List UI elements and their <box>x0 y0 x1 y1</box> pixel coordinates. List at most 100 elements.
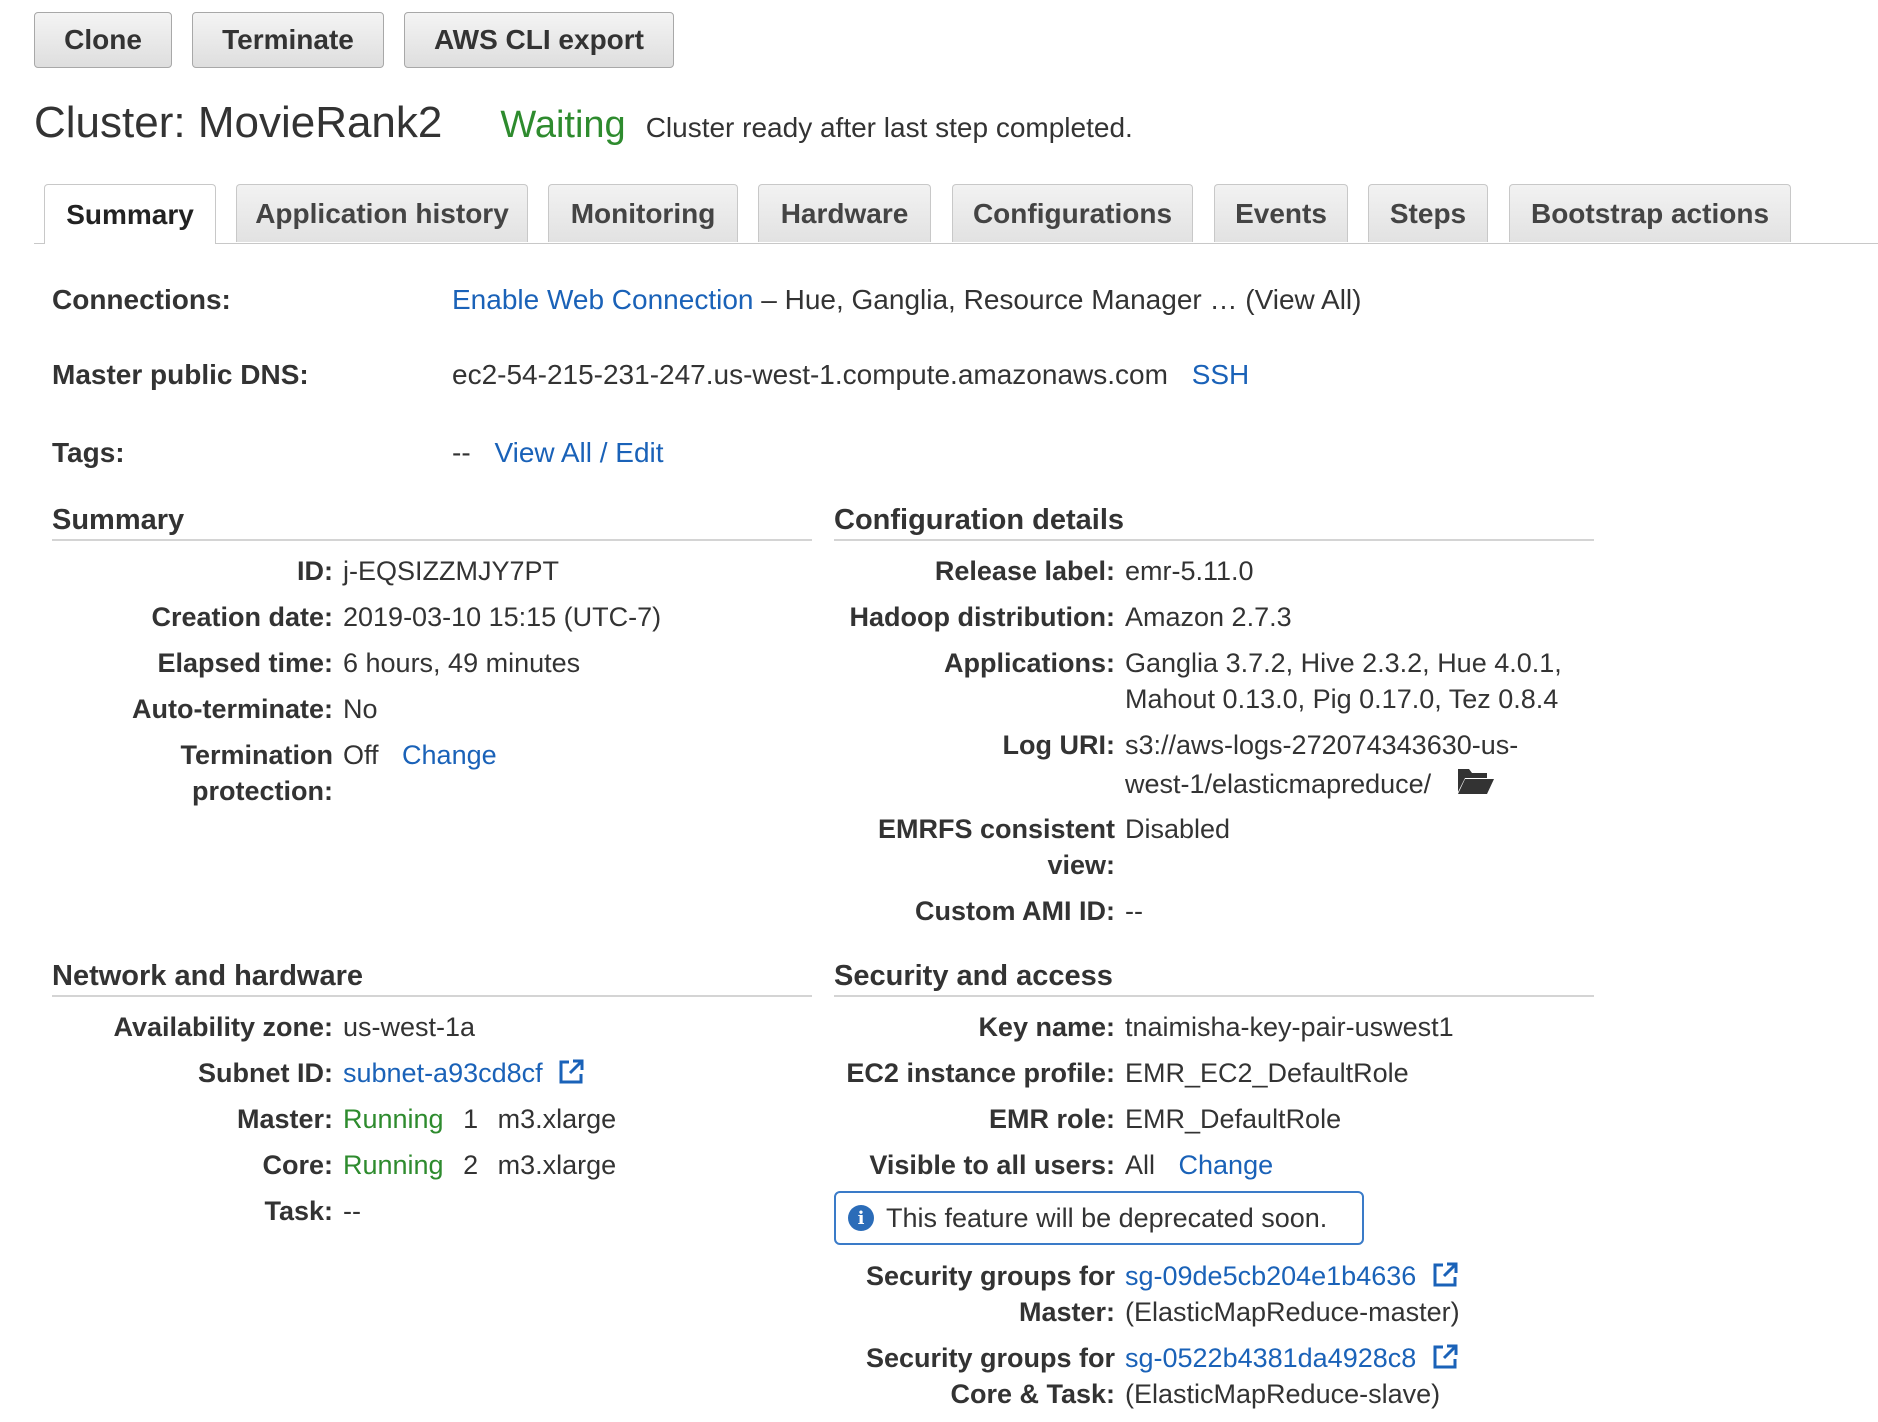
core-wrap: Running 2 m3.xlarge <box>343 1147 616 1183</box>
auto-terminate-value: No <box>343 694 378 724</box>
cluster-header: Cluster: MovieRank2 Waiting Cluster read… <box>34 98 1133 148</box>
core-count: 2 <box>463 1150 479 1180</box>
termination-protection-label-1: Termination <box>180 740 333 770</box>
configuration-section: Configuration details <box>834 504 1594 541</box>
applications-line-2: Mahout 0.13.0, Pig 0.17.0, Tez 0.8.4 <box>1125 684 1559 714</box>
emrfs-label-1: EMRFS consistent <box>877 814 1115 844</box>
key-name-value: tnaimisha-key-pair-uswest1 <box>1125 1012 1454 1042</box>
tab-configurations[interactable]: Configurations <box>952 184 1193 242</box>
deprecation-notice: i This feature will be deprecated soon. <box>834 1191 1364 1245</box>
termination-protection-value: Off <box>343 740 379 770</box>
master-label: Master: <box>236 1104 333 1134</box>
creation-date: 2019-03-10 15:15 (UTC-7) <box>343 602 662 632</box>
master-instance-type: m3.xlarge <box>497 1104 617 1134</box>
toolbar: Clone Terminate AWS CLI export <box>34 12 674 68</box>
page-title: Cluster: MovieRank2 <box>34 98 443 147</box>
emrfs-value: Disabled <box>1125 814 1231 844</box>
emrfs-label-2: view: <box>1047 850 1115 880</box>
connections-value: Enable Web Connection – Hue, Ganglia, Re… <box>452 284 1361 316</box>
cluster-status-message: Cluster ready after last step completed. <box>645 112 1133 143</box>
termination-protection-change-link[interactable]: Change <box>402 740 497 770</box>
sg-master-link[interactable]: sg-09de5cb204e1b4636 <box>1125 1261 1416 1291</box>
aws-cli-export-button[interactable]: AWS CLI export <box>404 12 674 68</box>
release-label-label: Release label: <box>934 556 1115 586</box>
sg-master-label-1: Security groups for <box>865 1261 1115 1291</box>
tab-summary[interactable]: Summary <box>44 184 216 244</box>
elapsed-time-label: Elapsed time: <box>157 648 333 678</box>
release-label-value: emr-5.11.0 <box>1125 556 1254 586</box>
availability-zone-label: Availability zone: <box>113 1012 333 1042</box>
master-count: 1 <box>463 1104 479 1134</box>
applications-line-1: Ganglia 3.7.2, Hive 2.3.2, Hue 4.0.1, <box>1125 648 1562 678</box>
connections-apps: – Hue, Ganglia, Resource Manager … (View… <box>753 284 1362 315</box>
core-instance-type: m3.xlarge <box>497 1150 617 1180</box>
external-link-icon[interactable] <box>1432 1261 1458 1287</box>
sg-core-name: (ElasticMapReduce-slave) <box>1125 1379 1441 1409</box>
termination-protection-value-wrap: Off Change <box>343 737 497 773</box>
sg-core-link[interactable]: sg-0522b4381da4928c8 <box>1125 1343 1416 1373</box>
creation-date-label: Creation date: <box>151 602 333 632</box>
task-label: Task: <box>264 1196 333 1226</box>
visible-to-all-users-value: All <box>1125 1150 1156 1180</box>
external-link-icon[interactable] <box>1432 1343 1458 1369</box>
log-uri-line-2-wrap: west-1/elasticmapreduce/ <box>1125 765 1495 802</box>
sg-master-name: (ElasticMapReduce-master) <box>1125 1297 1460 1327</box>
visible-to-all-users-wrap: All Change <box>1125 1147 1273 1183</box>
emr-role-value: EMR_DefaultRole <box>1125 1104 1342 1134</box>
ec2-instance-profile-value: EMR_EC2_DefaultRole <box>1125 1058 1409 1088</box>
tab-events[interactable]: Events <box>1214 184 1348 242</box>
network-section: Network and hardware <box>52 960 812 997</box>
tab-hardware[interactable]: Hardware <box>758 184 931 242</box>
master-dns-label: Master public DNS: <box>52 359 309 390</box>
visible-to-all-users-label: Visible to all users: <box>869 1150 1115 1180</box>
hadoop-distribution-value: Amazon 2.7.3 <box>1125 602 1292 632</box>
summary-section: Summary <box>52 504 812 541</box>
core-status: Running <box>343 1150 444 1180</box>
subnet-id-wrap: subnet-a93cd8cf <box>343 1055 584 1091</box>
cluster-status: Waiting <box>500 104 626 146</box>
summary-heading: Summary <box>52 504 812 541</box>
tags-value-wrap: -- View All / Edit <box>452 437 664 469</box>
id-label: ID: <box>297 556 333 586</box>
tab-monitoring[interactable]: Monitoring <box>548 184 738 242</box>
sg-core-label-2: Core & Task: <box>950 1379 1115 1409</box>
deprecation-notice-text: This feature will be deprecated soon. <box>886 1202 1328 1233</box>
tab-bootstrap-actions[interactable]: Bootstrap actions <box>1509 184 1791 242</box>
ssh-link[interactable]: SSH <box>1192 359 1250 390</box>
elapsed-time: 6 hours, 49 minutes <box>343 648 581 678</box>
visible-to-all-users-change-link[interactable]: Change <box>1179 1150 1274 1180</box>
log-uri-line-1: s3://aws-logs-272074343630-us- <box>1125 730 1519 760</box>
master-dns-value-wrap: ec2-54-215-231-247.us-west-1.compute.ama… <box>452 359 1249 391</box>
sg-core-wrap: sg-0522b4381da4928c8 <box>1125 1340 1458 1376</box>
auto-terminate-label: Auto-terminate: <box>132 694 333 724</box>
subnet-id-link[interactable]: subnet-a93cd8cf <box>343 1058 543 1088</box>
tab-bar: Summary Application history Monitoring H… <box>34 184 1878 244</box>
network-heading: Network and hardware <box>52 960 812 997</box>
master-status: Running <box>343 1104 444 1134</box>
log-uri-label: Log URI: <box>1002 730 1115 760</box>
applications-label: Applications: <box>943 648 1115 678</box>
master-wrap: Running 1 m3.xlarge <box>343 1101 616 1137</box>
configuration-heading: Configuration details <box>834 504 1594 541</box>
tags-view-edit-link[interactable]: View All / Edit <box>494 437 663 468</box>
sg-master-label-2: Master: <box>1018 1297 1115 1327</box>
folder-open-icon[interactable] <box>1457 765 1495 795</box>
info-icon: i <box>848 1205 874 1231</box>
tags-value: -- <box>452 437 471 468</box>
security-heading: Security and access <box>834 960 1594 997</box>
tags-label: Tags: <box>52 437 125 468</box>
tab-application-history[interactable]: Application history <box>236 184 528 242</box>
emr-role-label: EMR role: <box>988 1104 1115 1134</box>
hadoop-distribution-label: Hadoop distribution: <box>849 602 1115 632</box>
sg-master-wrap: sg-09de5cb204e1b4636 <box>1125 1258 1458 1294</box>
terminate-button[interactable]: Terminate <box>192 12 384 68</box>
enable-web-connection-link[interactable]: Enable Web Connection <box>452 284 753 315</box>
clone-button[interactable]: Clone <box>34 12 172 68</box>
subnet-id-label: Subnet ID: <box>198 1058 333 1088</box>
external-link-icon[interactable] <box>558 1058 584 1084</box>
custom-ami-label: Custom AMI ID: <box>915 896 1115 926</box>
connections-label: Connections: <box>52 284 231 315</box>
sg-core-label-1: Security groups for <box>865 1343 1115 1373</box>
key-name-label: Key name: <box>978 1012 1115 1042</box>
tab-steps[interactable]: Steps <box>1368 184 1488 242</box>
